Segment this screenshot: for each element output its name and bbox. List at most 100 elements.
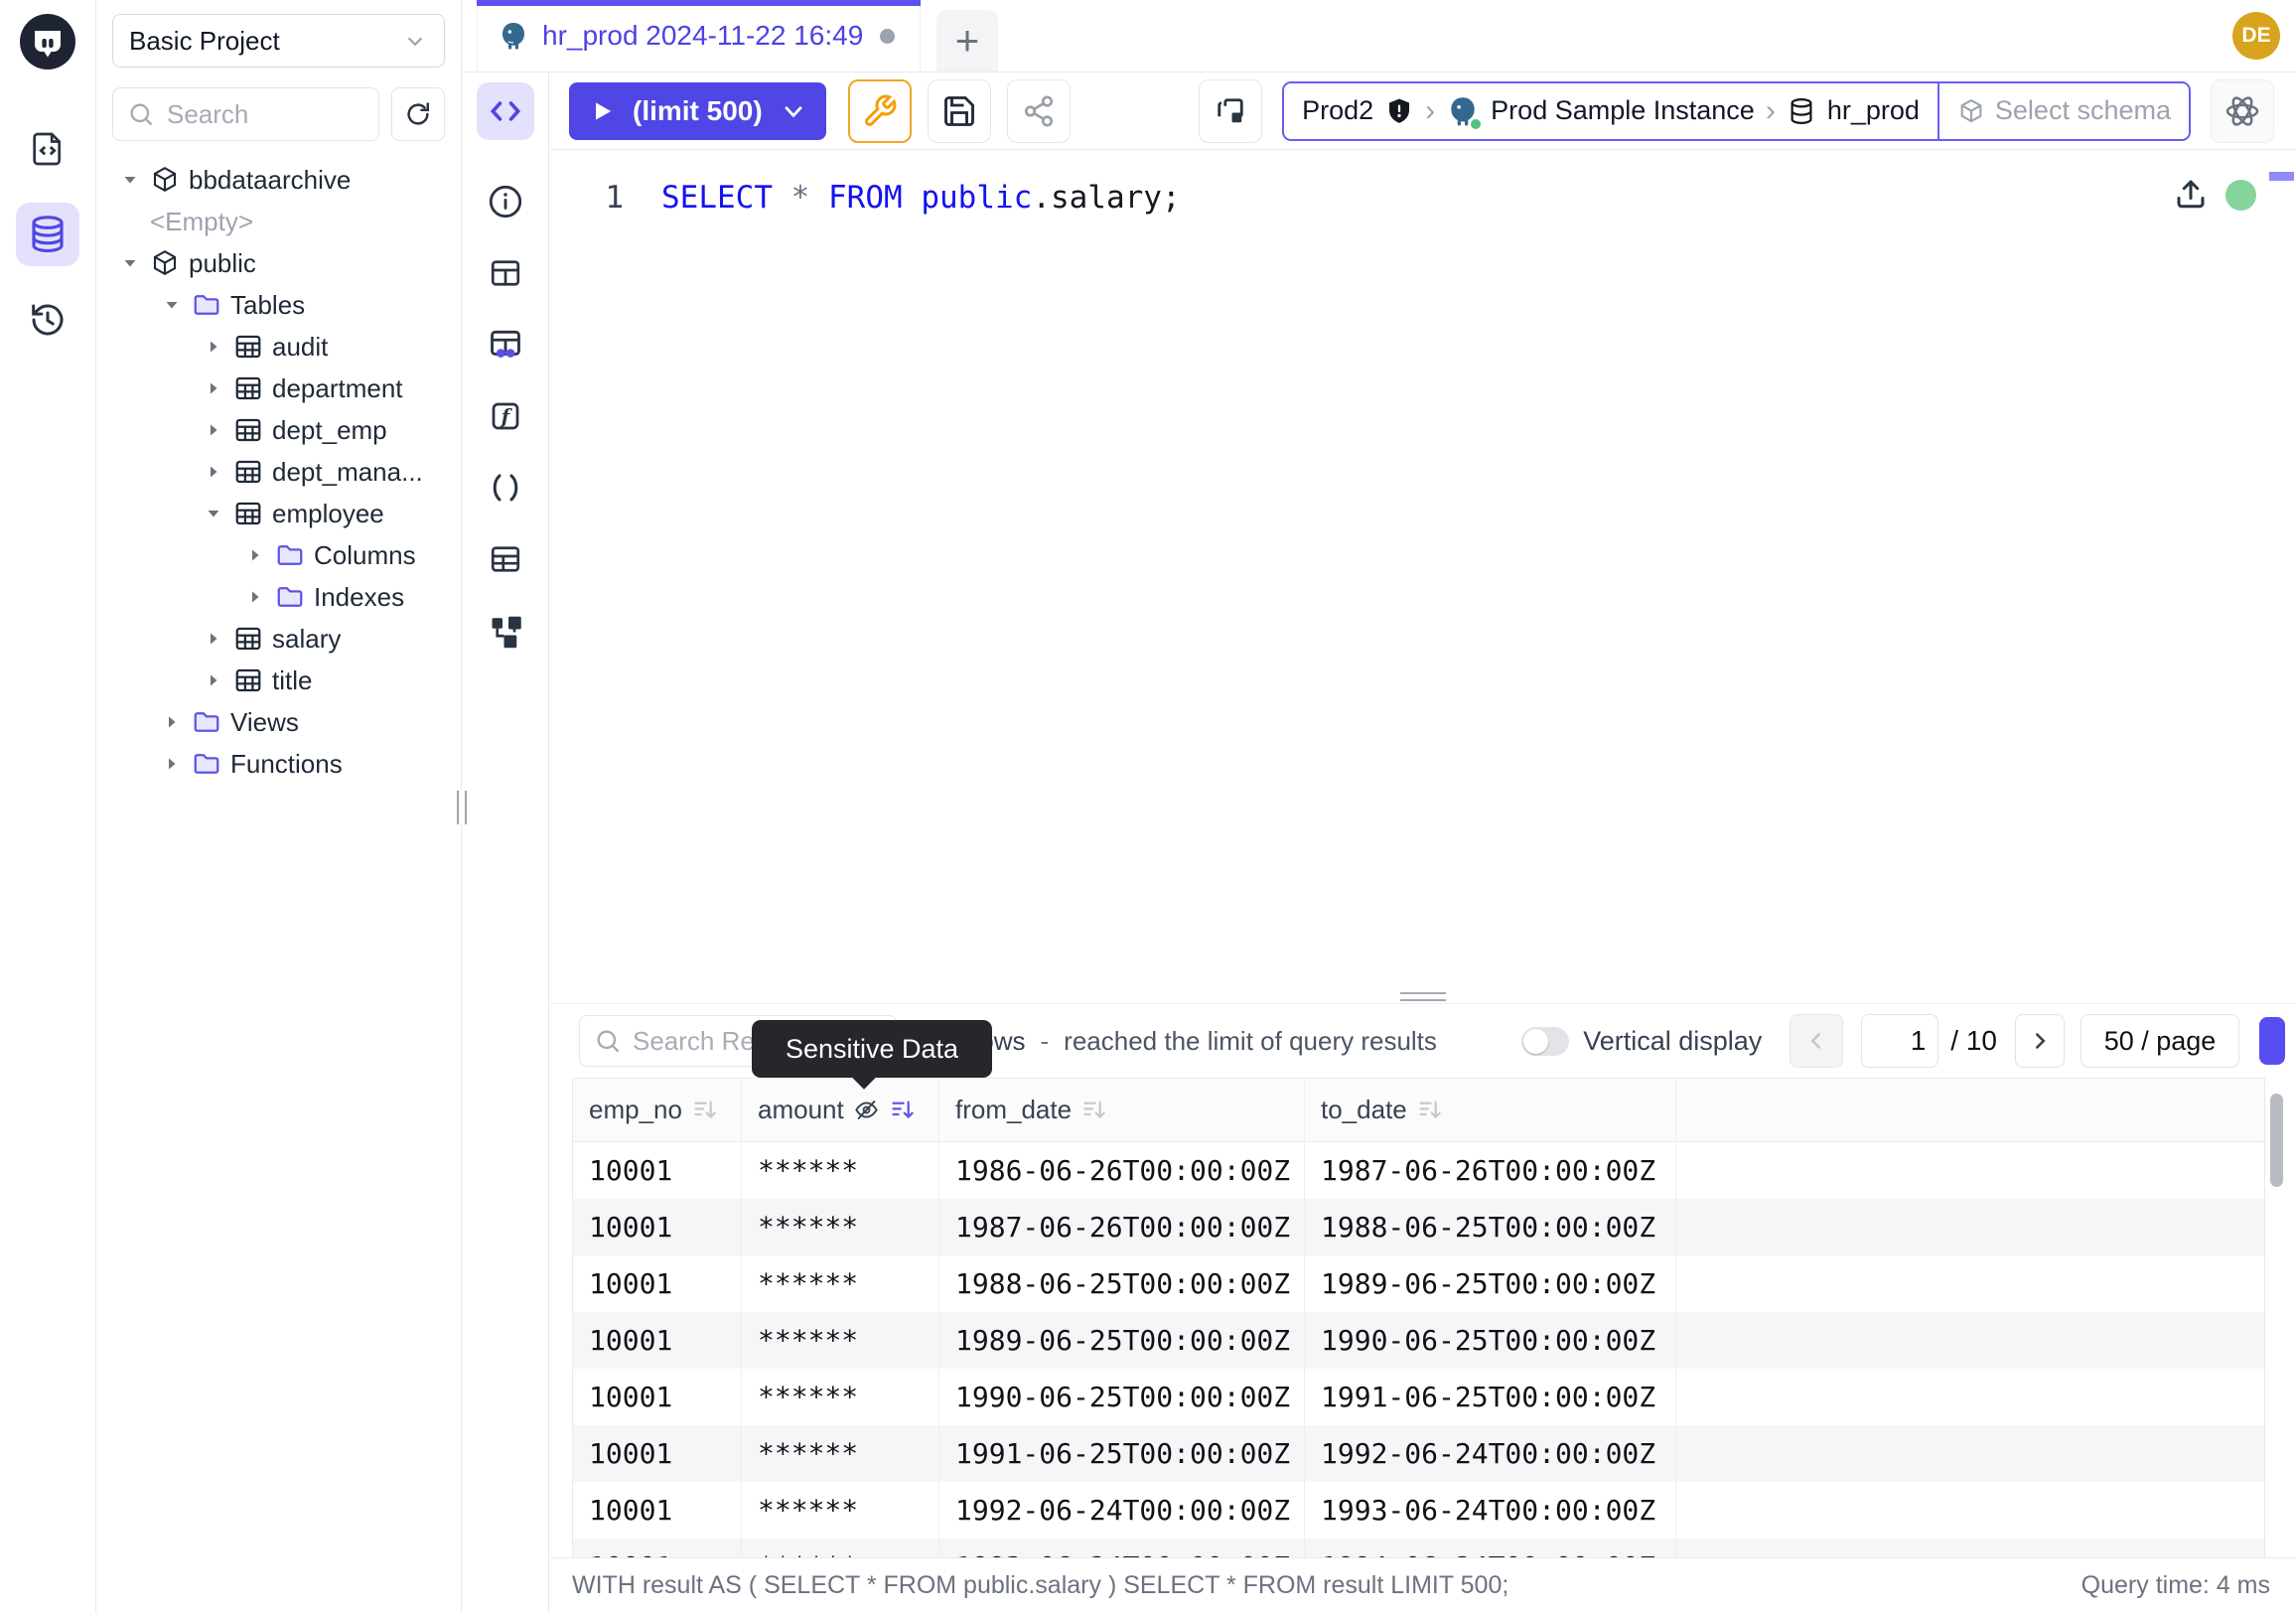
caret-down-icon[interactable] [203,504,224,523]
column-header-emp-no[interactable]: emp_no [573,1079,742,1141]
sensitive-data-panel-button[interactable] [487,309,524,380]
table-row[interactable]: 10001******1987-06-26T00:00:00Z1988-06-2… [573,1199,2264,1255]
table-cell: 10001 [573,1539,742,1557]
schema-diagram-button[interactable] [488,595,523,666]
tree-item-employee[interactable]: employee [112,493,445,534]
panel-splitter[interactable] [550,989,2296,1003]
table-row[interactable]: 10001******1991-06-25T00:00:00Z1992-06-2… [573,1425,2264,1482]
caret-down-icon[interactable] [119,170,141,190]
functions-panel-button[interactable]: f [488,380,523,452]
table-icon [233,415,263,445]
table-row[interactable]: 10001******1992-06-24T00:00:00Z1993-06-2… [573,1482,2264,1539]
new-tab-button[interactable]: + [936,10,998,72]
caret-right-icon[interactable] [161,712,183,732]
caret-right-icon[interactable] [161,754,183,774]
tree-item-public[interactable]: public [112,242,445,284]
sort-icon-active[interactable] [889,1097,916,1123]
tree-item-label: bbdataarchive [189,165,351,196]
ai-assistant-button[interactable] [2211,79,2274,143]
sql-editor[interactable]: 1 SELECT * FROM public.salary; [550,150,2296,989]
connection-context[interactable]: Prod2 › Prod Sample Instance [1284,83,1937,139]
table-icon [233,665,263,695]
instance-postgres-icon [1446,94,1480,128]
tree-item-indexes[interactable]: Indexes [112,576,445,618]
page-size-select[interactable]: 50 / page [2081,1014,2239,1068]
column-header-to-date[interactable]: to_date [1305,1079,1676,1141]
procedures-panel-button[interactable] [488,452,523,523]
caret-right-icon[interactable] [203,378,224,398]
tree-item-columns[interactable]: Columns [112,534,445,576]
tree-item-department[interactable]: department [112,367,445,409]
history-nav-button[interactable] [16,288,79,352]
code-view-button[interactable] [477,82,534,140]
tree-item-dept-emp[interactable]: dept_emp [112,409,445,451]
database-nav-button[interactable] [16,203,79,266]
results-scrollbar-thumb[interactable] [2270,1094,2283,1187]
caret-right-icon[interactable] [203,629,224,649]
database-label: hr_prod [1827,95,1920,126]
save-sheet-button[interactable] [928,79,991,143]
avatar[interactable]: DE [2232,12,2280,60]
tree-item-salary[interactable]: salary [112,618,445,660]
worksheet-nav-button[interactable] [16,117,79,181]
tab-hr-prod[interactable]: hr_prod 2024-11-22 16:49 [477,0,921,72]
caret-right-icon[interactable] [203,337,224,357]
info-button[interactable] [487,166,524,237]
tree-item-label: title [272,665,312,696]
table-row[interactable]: 10001******1989-06-25T00:00:00Z1990-06-2… [573,1312,2264,1369]
table-row[interactable]: 10001******1988-06-25T00:00:00Z1989-06-2… [573,1255,2264,1312]
caret-right-icon[interactable] [244,587,266,607]
table-cell: 1989-06-25T00:00:00Z [939,1312,1305,1369]
table-cell: ****** [742,1312,939,1369]
upload-sql-icon[interactable] [2173,176,2209,212]
tree-item-audit[interactable]: audit [112,326,445,367]
sort-icon[interactable] [691,1097,718,1123]
sidebar-search-input[interactable]: Search [112,87,379,141]
sort-icon[interactable] [1416,1097,1443,1123]
table-icon [233,457,263,487]
page-number-input[interactable]: 1 [1861,1014,1938,1068]
next-page-button[interactable] [2015,1014,2065,1068]
bytebase-logo-icon[interactable] [20,14,75,70]
run-options-chevron-icon[interactable] [781,98,806,124]
caret-right-icon[interactable] [203,462,224,482]
caret-right-icon[interactable] [244,545,266,565]
tree-item-title[interactable]: title [112,660,445,701]
tree-item-bbdataarchive[interactable]: bbdataarchive [112,159,445,201]
table-row[interactable]: 10001******1986-06-26T00:00:00Z1987-06-2… [573,1142,2264,1199]
vertical-display-toggle[interactable] [1521,1027,1569,1056]
limit-note: reached the limit of query results [1064,1026,1437,1057]
save-icon [941,93,977,129]
views-panel-button[interactable] [488,523,523,595]
table-row[interactable]: 10001******1993-06-24T00:00:00Z1994-06-2… [573,1539,2264,1557]
caret-down-icon[interactable] [119,253,141,273]
tables-panel-button[interactable] [488,237,523,309]
tree-item-views[interactable]: Views [112,701,445,743]
column-header-from-date[interactable]: from_date [939,1079,1305,1141]
tree-item-empty[interactable]: <Empty> [112,201,445,242]
prev-page-button[interactable] [1790,1014,1843,1068]
sidebar-resize-handle[interactable] [457,791,467,824]
format-sql-button[interactable] [848,79,912,143]
tree-item-label: department [272,373,403,404]
caret-right-icon[interactable] [203,420,224,440]
tree-item-functions[interactable]: Functions [112,743,445,785]
dash: - [1041,1026,1050,1057]
table-row[interactable]: 10001******1990-06-25T00:00:00Z1991-06-2… [573,1369,2264,1425]
select-schema-button[interactable]: Select schema [1937,83,2189,139]
eye-off-icon[interactable] [853,1097,880,1123]
tree-item-label: salary [272,624,341,655]
refresh-icon [403,99,433,129]
sort-icon[interactable] [1080,1097,1107,1123]
export-button[interactable] [2259,1017,2285,1065]
project-select[interactable]: Basic Project [112,14,445,68]
share-button[interactable] [1007,79,1071,143]
tree-item-dept-mana[interactable]: dept_mana... [112,451,445,493]
caret-down-icon[interactable] [161,295,183,315]
caret-right-icon[interactable] [203,670,224,690]
refresh-button[interactable] [391,87,445,141]
column-header-amount[interactable]: amount [742,1079,939,1141]
batch-query-button[interactable] [1199,79,1262,143]
tree-item-tables[interactable]: Tables [112,284,445,326]
run-query-button[interactable]: (limit 500) [569,82,826,140]
